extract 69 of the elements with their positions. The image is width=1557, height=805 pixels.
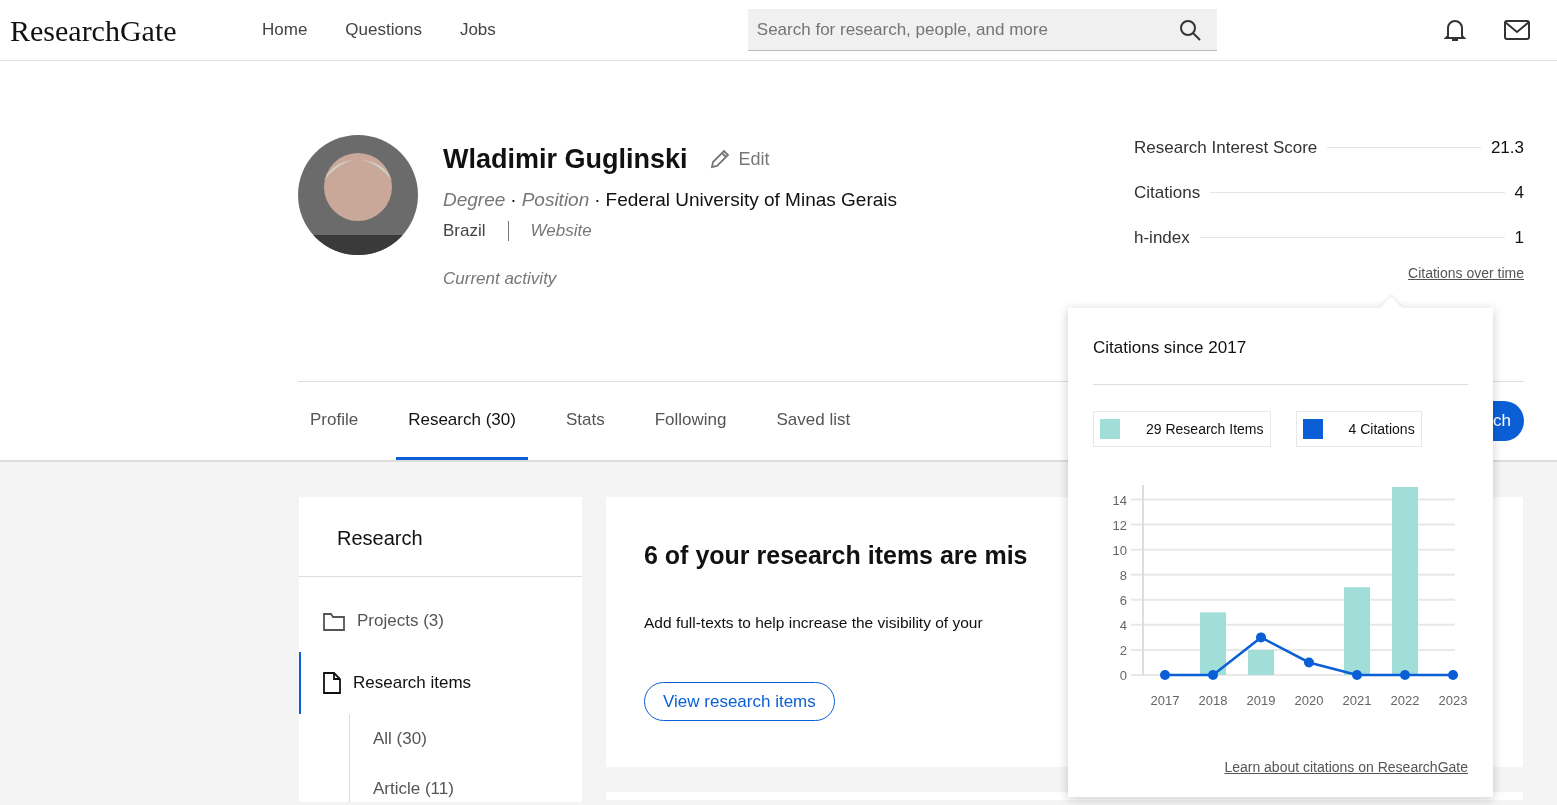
stat-value: 1 xyxy=(1514,226,1524,249)
sidebar-subitem[interactable]: Article (11) xyxy=(373,764,454,802)
folder-icon xyxy=(323,611,345,631)
chart-point xyxy=(1400,670,1410,680)
logo[interactable]: ResearchGate xyxy=(10,7,230,53)
chart-bar xyxy=(1200,612,1226,675)
sidebar-subitem[interactable]: All (30) xyxy=(373,714,427,764)
view-research-items-button[interactable]: View research items xyxy=(644,681,835,722)
profile-name: Wladimir Guglinski xyxy=(443,143,688,176)
nav-link[interactable]: Jobs xyxy=(459,17,496,43)
citations-link[interactable]: Citations over time xyxy=(1408,265,1524,281)
axis-tick-label: 2 xyxy=(1119,642,1127,658)
axis-tick-label: 10 xyxy=(1112,542,1127,558)
axis-category-label: 2021 xyxy=(1342,693,1372,708)
card-text: Add full-texts to help increase the visibility of your xyxy=(644,612,983,633)
axis-category-label: 2019 xyxy=(1246,693,1276,708)
learn-more-link[interactable]: Learn about citations on ResearchGate xyxy=(1224,759,1468,775)
tab[interactable]: Research (30) xyxy=(396,382,528,460)
website-link[interactable]: Website xyxy=(530,218,592,244)
stat-label: h-index xyxy=(1134,226,1190,249)
chart-point xyxy=(1304,657,1314,668)
axis-category-label: 2017 xyxy=(1150,693,1180,708)
mail-icon[interactable] xyxy=(1503,20,1530,40)
search-icon[interactable] xyxy=(1178,19,1201,41)
position-link[interactable]: Position xyxy=(521,185,590,214)
pencil-icon xyxy=(708,148,731,171)
axis-category-label: 2022 xyxy=(1390,693,1420,708)
tab[interactable]: Profile xyxy=(298,382,371,460)
popup-title: Citations since 2017 xyxy=(1093,337,1247,359)
sidebar-item[interactable]: Projects (3) xyxy=(299,590,582,652)
stat-label: Research Interest Score xyxy=(1134,136,1318,159)
institution: Federal University of Minas Gerais xyxy=(605,187,898,212)
axis-category-label: 2020 xyxy=(1294,693,1324,708)
axis-tick-label: 12 xyxy=(1112,517,1127,533)
chart-bar xyxy=(1248,649,1274,675)
axis-tick-label: 14 xyxy=(1112,492,1127,508)
legend-label: 4 Citations xyxy=(1348,419,1415,439)
chart-point xyxy=(1352,670,1362,680)
legend-label: 29 Research Items xyxy=(1146,419,1264,439)
separator: · xyxy=(510,187,517,212)
tab[interactable]: Stats xyxy=(553,382,617,460)
axis-tick-label: 4 xyxy=(1119,617,1127,633)
chart-point xyxy=(1160,670,1170,680)
chart-point xyxy=(1208,670,1218,680)
sidebar-item[interactable]: Research items xyxy=(299,652,582,714)
axis-tick-label: 8 xyxy=(1119,567,1127,583)
nav-link[interactable]: Home xyxy=(262,17,308,43)
card-heading: 6 of your research items are mis xyxy=(644,540,1028,571)
country: Brazil xyxy=(443,220,486,242)
axis-category-label: 2018 xyxy=(1198,693,1228,708)
chart-point xyxy=(1256,632,1266,643)
axis-tick-label: 0 xyxy=(1119,668,1127,683)
tab[interactable]: Following xyxy=(642,382,739,460)
stat-value: 4 xyxy=(1514,181,1524,204)
chart-point xyxy=(1448,670,1458,680)
document-icon xyxy=(323,672,341,694)
nav-link[interactable]: Questions xyxy=(345,17,422,43)
search-field[interactable]: Search for research, people, and more xyxy=(747,9,1217,51)
axis-category-label: 2023 xyxy=(1438,693,1468,708)
notification-icon[interactable] xyxy=(1442,17,1467,43)
degree-link[interactable]: Degree xyxy=(443,185,506,214)
separator: · xyxy=(594,187,601,212)
edit-button[interactable]: Edit xyxy=(707,144,771,174)
sidebar-title: Research xyxy=(299,497,582,577)
current-activity-link[interactable]: Current activity xyxy=(443,265,1003,291)
tab[interactable]: Saved list xyxy=(764,382,863,460)
stat-label: Citations xyxy=(1134,181,1201,204)
axis-tick-label: 6 xyxy=(1119,592,1127,608)
stat-value: 21.3 xyxy=(1490,136,1524,159)
